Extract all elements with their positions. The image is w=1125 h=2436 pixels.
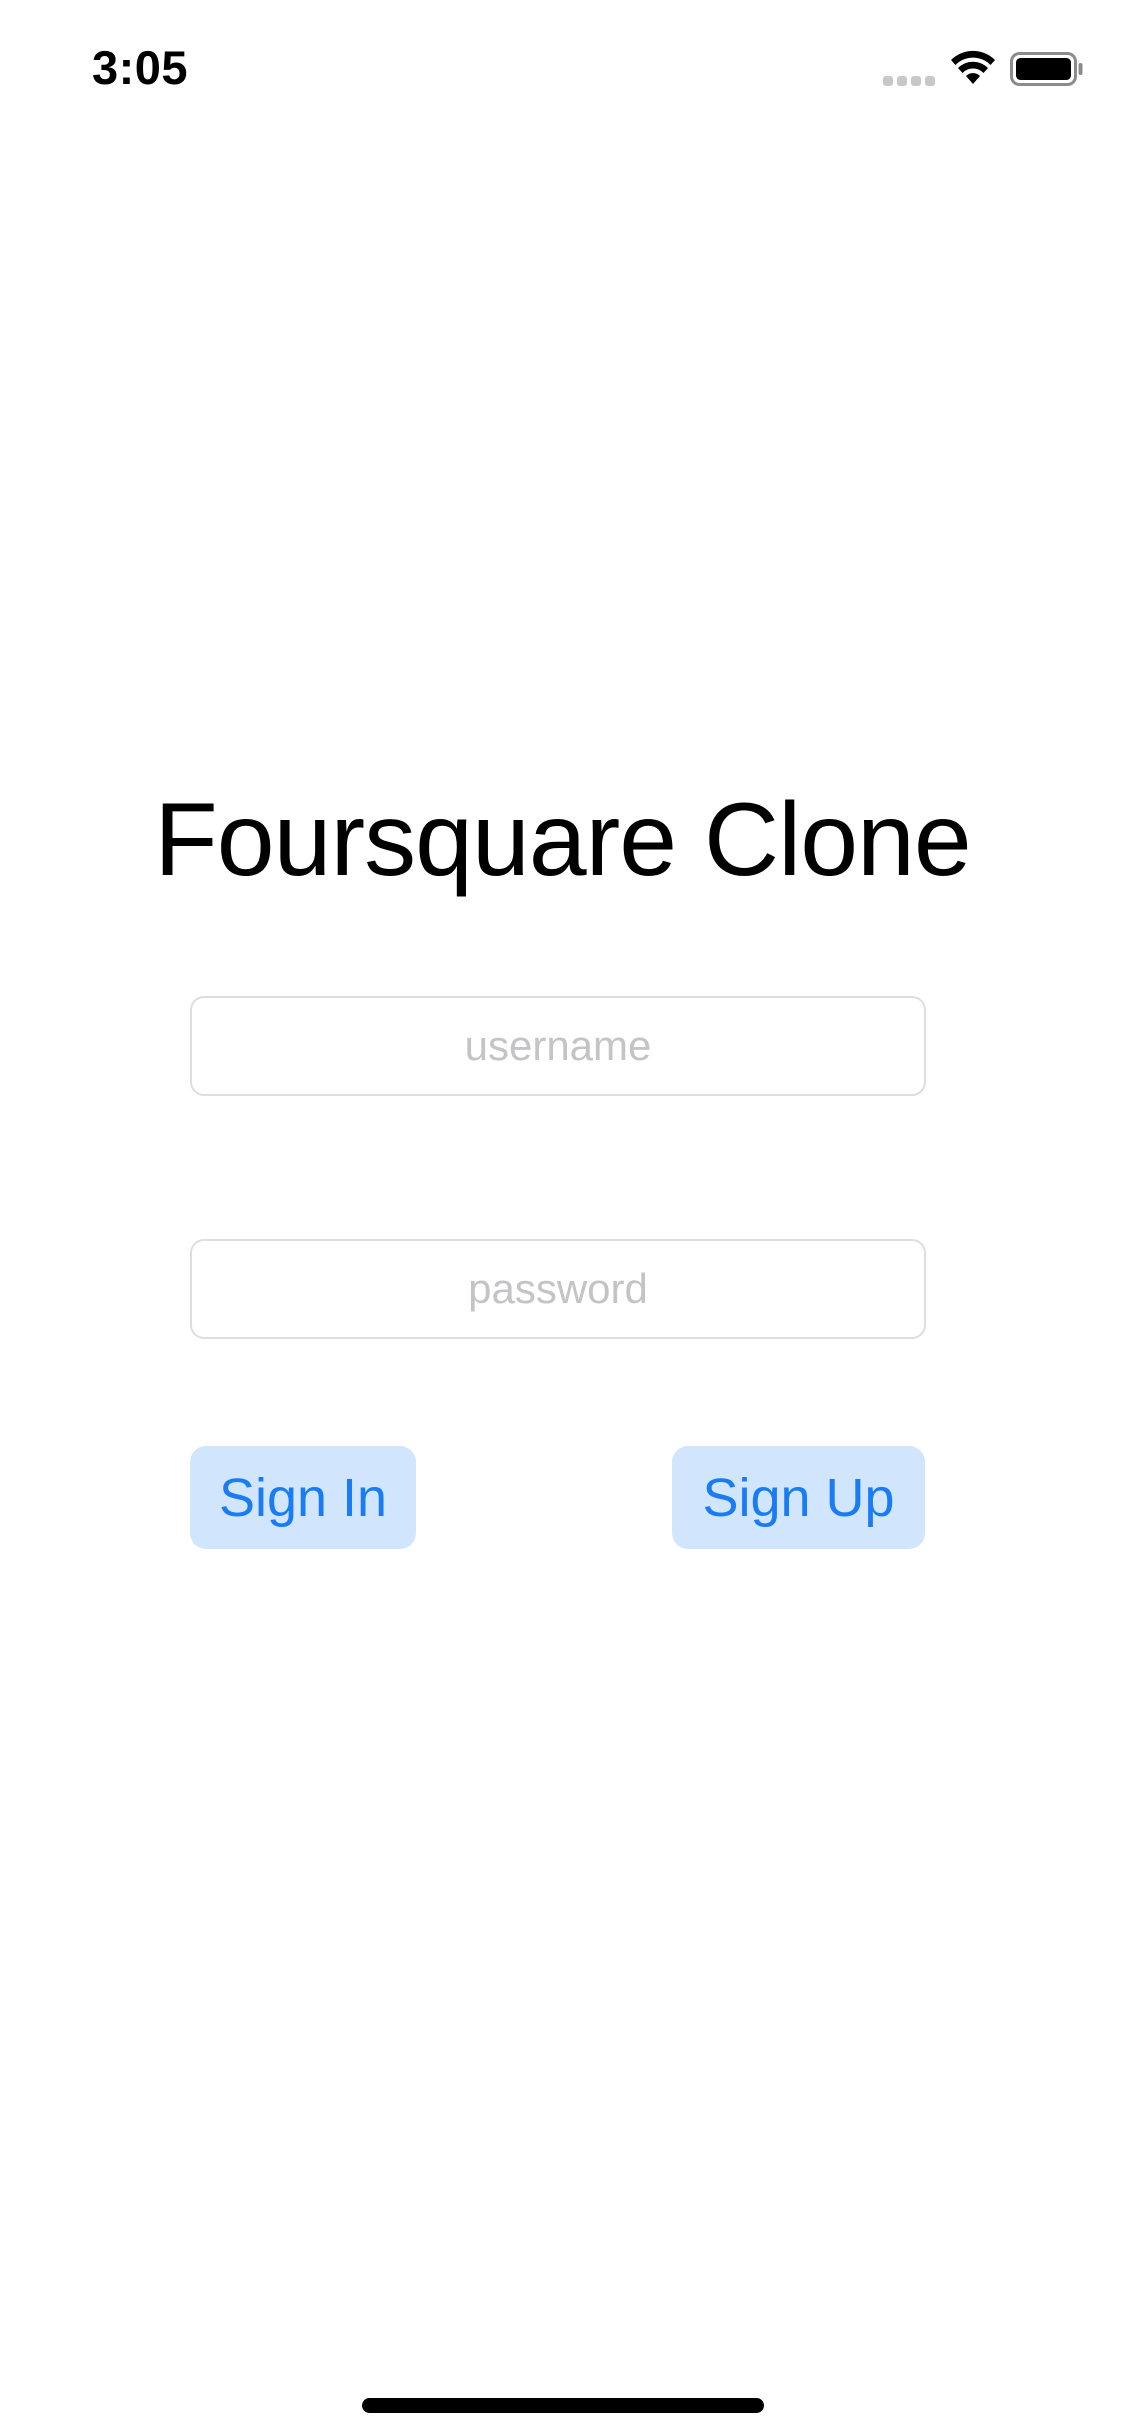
battery-icon xyxy=(1010,52,1083,86)
username-field[interactable] xyxy=(190,996,926,1096)
app-title: Foursquare Clone xyxy=(154,782,971,898)
home-indicator[interactable] xyxy=(362,2398,764,2413)
wifi-icon xyxy=(951,50,995,84)
sign-in-button[interactable]: Sign In xyxy=(190,1446,416,1549)
status-bar: 3:05 xyxy=(0,0,1125,135)
password-field[interactable] xyxy=(190,1239,926,1339)
sign-up-button[interactable]: Sign Up xyxy=(672,1446,925,1549)
status-time: 3:05 xyxy=(92,41,189,94)
signal-dots-icon xyxy=(883,76,937,88)
